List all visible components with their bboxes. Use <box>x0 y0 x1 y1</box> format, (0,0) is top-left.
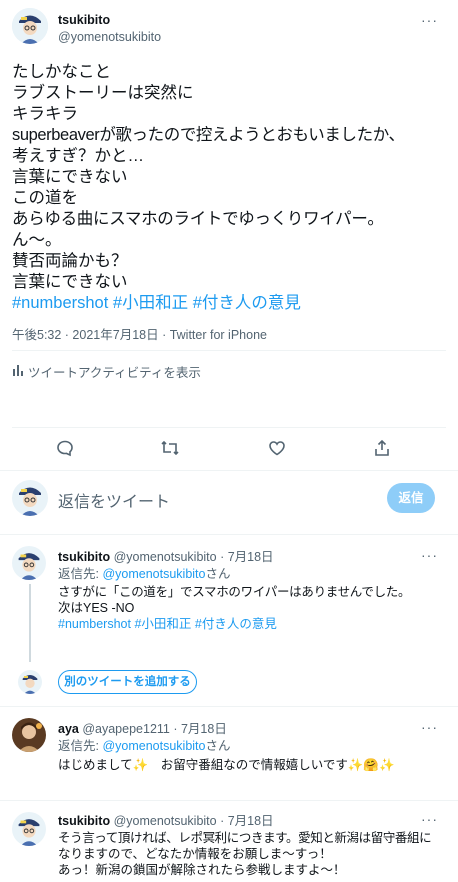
reply-body-line: 次はYES -NO <box>58 601 135 615</box>
divider <box>0 470 458 471</box>
reply-body-line: なりますので、どなたか情報をお願しま〜すっ！ <box>58 847 332 861</box>
tweet-line: 考えすぎ？かと… <box>12 147 144 165</box>
reply-meta[interactable]: @ayapepe1211 · 7月18日 <box>82 722 227 736</box>
author-name[interactable]: tsukibito <box>58 13 110 27</box>
like-icon[interactable] <box>268 439 286 457</box>
reply-author-name[interactable]: aya <box>58 722 79 736</box>
tweet-line: ラブストーリーは突然に <box>12 84 194 102</box>
reply-avatar[interactable] <box>12 812 46 846</box>
reply-body-line: あっ！新潟の鎖国が解除されたら参戦しますよ〜！ <box>58 863 346 877</box>
thread-connector <box>29 584 31 662</box>
reply-compose-input[interactable]: 返信をツイート <box>58 488 170 512</box>
divider <box>0 534 458 535</box>
reply-author-name[interactable]: tsukibito <box>58 550 110 564</box>
tweet-line: たしかなこと <box>12 63 111 81</box>
reply-author-name[interactable]: tsukibito <box>58 814 110 828</box>
reply-avatar[interactable] <box>12 718 46 752</box>
retweet-icon[interactable] <box>160 439 180 457</box>
author-avatar[interactable] <box>12 8 48 44</box>
more-options-icon[interactable]: ··· <box>421 12 438 28</box>
hashtag-link[interactable]: #小田和正 <box>134 617 191 631</box>
hashtag-link[interactable]: #numbershot <box>58 617 131 631</box>
activity-label: ツイートアクティビティを表示 <box>28 366 201 380</box>
reply-body-line: さすがに「この道を」でスマホのワイパーはありませんでした。 <box>58 585 411 599</box>
reply-body-line: そう言って頂ければ、レポ冥利につきます。愛知と新潟は留守番組に <box>58 831 432 845</box>
reply-to-suffix: さん <box>205 567 231 581</box>
share-icon[interactable] <box>373 439 391 457</box>
divider <box>0 706 458 707</box>
reply-to-line: 返信先: @yomenotsukibitoさん <box>58 566 230 582</box>
tweet-line: あらゆる曲にスマホのライトでゆっくりワイパー。 <box>12 210 384 228</box>
reply-header: aya @ayapepe1211 · 7月18日 <box>58 721 227 737</box>
tweet-line: この道を <box>12 189 78 207</box>
hashtag-link[interactable]: #付き人の意見 <box>195 617 277 631</box>
reply-to-handle[interactable]: @yomenotsukibito <box>102 567 205 581</box>
hashtag-link[interactable]: #numbershot <box>12 294 108 312</box>
reply-avatar[interactable] <box>12 546 46 580</box>
tweet-line: ん〜。 <box>12 231 62 249</box>
reply-header: tsukibito @yomenotsukibito · 7月18日 <box>58 813 274 829</box>
divider <box>12 427 446 428</box>
reply-meta[interactable]: @yomenotsukibito · 7月18日 <box>114 814 274 828</box>
tweet-timestamp[interactable]: 午後5:32 · 2021年7月18日 · Twitter for iPhone <box>12 324 267 343</box>
add-tweet-button[interactable]: 別のツイートを追加する <box>58 670 197 694</box>
more-options-icon[interactable]: ··· <box>421 811 438 827</box>
tweet-line: 言葉にできない <box>12 168 128 186</box>
hashtag-row: #numbershot #小田和正 #付き人の意見 <box>12 293 448 314</box>
user-avatar[interactable] <box>12 480 48 516</box>
tweet-line: superbeaverが歌ったので控えようとおもいましたか、 <box>12 126 405 144</box>
divider <box>0 800 458 801</box>
add-tweet-avatar <box>18 670 42 694</box>
hashtag-link[interactable]: #小田和正 <box>113 294 188 312</box>
author-handle[interactable]: @yomenotsukibito <box>58 30 161 44</box>
hashtag-row: #numbershot #小田和正 #付き人の意見 <box>58 616 277 632</box>
divider <box>12 350 446 351</box>
reply-to-suffix: さん <box>205 739 231 753</box>
reply-meta[interactable]: @yomenotsukibito · 7月18日 <box>114 550 274 564</box>
tweet-line: 言葉にできない <box>12 273 128 291</box>
reply-to-prefix: 返信先: <box>58 567 103 581</box>
tweet-line: キラキラ <box>12 105 78 123</box>
tweet-line: 賛否両論かも？ <box>12 252 128 270</box>
reply-header: tsukibito @yomenotsukibito · 7月18日 <box>58 549 274 565</box>
reply-to-handle[interactable]: @yomenotsukibito <box>102 739 205 753</box>
hashtag-link[interactable]: #付き人の意見 <box>193 294 301 312</box>
reply-to-line: 返信先: @yomenotsukibitoさん <box>58 738 230 754</box>
bar-chart-icon <box>13 365 23 376</box>
reply-icon[interactable] <box>56 439 74 457</box>
reply-body-line: はじめまして✨ お留守番組なので情報嬉しいです✨🤗✨ <box>58 758 395 772</box>
reply-to-prefix: 返信先: <box>58 739 103 753</box>
reply-submit-button[interactable]: 返信 <box>387 483 435 513</box>
tweet-body: たしかなこと ラブストーリーは突然に キラキラ superbeaverが歌ったの… <box>12 62 448 314</box>
more-options-icon[interactable]: ··· <box>421 719 438 735</box>
more-options-icon[interactable]: ··· <box>421 547 438 563</box>
